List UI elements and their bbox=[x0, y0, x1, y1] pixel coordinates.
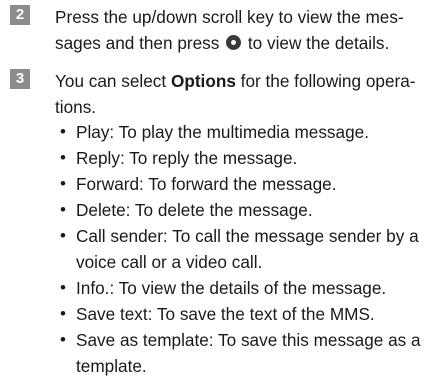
list-item-line: Reply: To reply the message. bbox=[76, 148, 298, 168]
step-3-text: You can select Options for the following… bbox=[55, 68, 425, 120]
list-item-line: Info.: To view the details of the messag… bbox=[76, 278, 387, 298]
manual-page: 2 Press the up/down scroll key to view t… bbox=[0, 0, 434, 388]
list-item-line: Save as template: To save this message a… bbox=[76, 330, 421, 350]
center-key-icon bbox=[226, 35, 242, 50]
step-2-text: Press the up/down scroll key to view the… bbox=[55, 4, 425, 56]
step-2-line-2: sages and then press to view the details… bbox=[55, 30, 425, 56]
list-item: • Save text: To save the text of the MMS. bbox=[60, 301, 430, 327]
bullet-dot-icon: • bbox=[60, 226, 66, 245]
list-item-line: Play: To play the multimedia message. bbox=[76, 122, 369, 142]
step-3-line-1-start: You can select bbox=[55, 71, 171, 91]
step-3-line-1: You can select Options for the following… bbox=[55, 68, 425, 94]
options-label: Options bbox=[170, 71, 236, 91]
list-item: • Play: To play the multimedia message. bbox=[60, 119, 430, 145]
step-2-line-1: Press the up/down scroll key to view the… bbox=[55, 7, 404, 27]
list-item: • Delete: To delete the message. bbox=[60, 197, 430, 223]
list-item-line: Forward: To forward the message. bbox=[76, 174, 337, 194]
bullet-dot-icon: • bbox=[60, 148, 66, 167]
step-2-line-2-end: to view the details. bbox=[243, 33, 390, 53]
list-item-line: Delete: To delete the message. bbox=[76, 200, 313, 220]
list-item-line: voice call or a video call. bbox=[76, 252, 263, 272]
list-item-line: template. bbox=[76, 356, 147, 376]
bullet-dot-icon: • bbox=[60, 304, 66, 323]
bullet-dot-icon: • bbox=[60, 174, 66, 193]
bullet-dot-icon: • bbox=[60, 122, 66, 141]
list-item: • Call sender: To call the message sender… bbox=[60, 223, 430, 275]
step-3-line-1-end: for the following opera- bbox=[235, 71, 416, 91]
bullet-dot-icon: • bbox=[60, 330, 66, 349]
options-list: • Play: To play the multimedia message. • R… bbox=[60, 119, 430, 379]
step-3-line-2: tions. bbox=[55, 97, 97, 117]
list-item: • Forward: To forward the message. bbox=[60, 171, 430, 197]
step-number-badge: 2 bbox=[10, 5, 30, 25]
list-item-line: Call sender: To call the message sender … bbox=[76, 226, 419, 246]
step-2-line-2-start: sages and then press bbox=[55, 33, 225, 53]
list-item-line: Save text: To save the text of the MMS. bbox=[76, 304, 375, 324]
bullet-dot-icon: • bbox=[60, 200, 66, 219]
list-item: • Save as template: To save this message … bbox=[60, 327, 430, 379]
list-item: • Reply: To reply the message. bbox=[60, 145, 430, 171]
step-number-badge: 3 bbox=[10, 69, 30, 89]
list-item: • Info.: To view the details of the messa… bbox=[60, 275, 430, 301]
bullet-dot-icon: • bbox=[60, 278, 66, 297]
